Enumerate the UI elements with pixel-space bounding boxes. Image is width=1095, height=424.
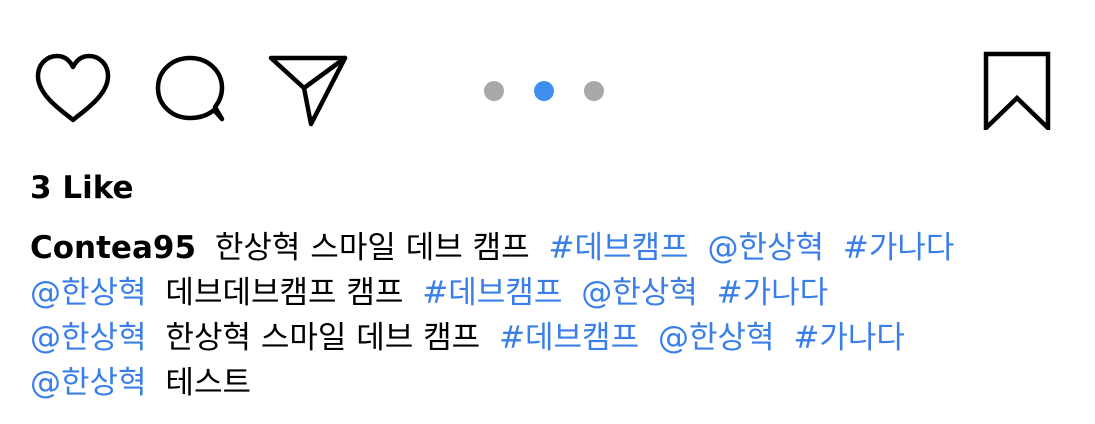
- hashtag-link[interactable]: #데브캠프: [422, 275, 562, 311]
- hashtag-link[interactable]: #가나다: [793, 320, 905, 356]
- caption-text: 테스트: [165, 365, 251, 401]
- caption-text: 한상혁 스마일 데브 캠프: [214, 230, 530, 266]
- caption-username[interactable]: Contea95: [30, 230, 196, 266]
- caption-line: @한상혁 데브데브캠프 캠프 #데브캠프 @한상혁 #가나다: [30, 271, 1080, 316]
- mention-link[interactable]: @한상혁: [581, 275, 698, 311]
- heart-icon: [35, 53, 111, 123]
- mention-link[interactable]: @한상혁: [30, 320, 147, 356]
- caption-line: Contea95 한상혁 스마일 데브 캠프 #데브캠프 @한상혁 #가나다: [30, 226, 1080, 271]
- like-count[interactable]: 3 Like: [30, 166, 134, 210]
- caption-line: @한상혁 한상혁 스마일 데브 캠프 #데브캠프 @한상혁 #가나다: [30, 316, 1080, 361]
- carousel-dot[interactable]: [584, 81, 604, 101]
- comment-bubble-icon: [155, 55, 225, 122]
- hashtag-link[interactable]: #가나다: [843, 230, 955, 266]
- hashtag-link[interactable]: #데브캠프: [549, 230, 689, 266]
- post-caption: Contea95 한상혁 스마일 데브 캠프 #데브캠프 @한상혁 #가나다 @…: [30, 226, 1080, 406]
- post-action-bar: [0, 0, 1095, 140]
- hashtag-link[interactable]: #데브캠프: [499, 320, 639, 356]
- mention-link[interactable]: @한상혁: [30, 275, 147, 311]
- carousel-indicator: [484, 81, 604, 101]
- caption-line: @한상혁 테스트: [30, 361, 1080, 406]
- bookmark-icon: [983, 51, 1051, 130]
- hashtag-link[interactable]: #가나다: [717, 275, 829, 311]
- comment-button[interactable]: [152, 52, 230, 124]
- bookmark-button[interactable]: [980, 50, 1054, 130]
- mention-link[interactable]: @한상혁: [707, 230, 824, 266]
- carousel-dot-active[interactable]: [534, 81, 554, 101]
- caption-text: 한상혁 스마일 데브 캠프: [165, 320, 481, 356]
- like-button[interactable]: [34, 52, 112, 124]
- paper-plane-icon: [268, 55, 348, 127]
- mention-link[interactable]: @한상혁: [658, 320, 775, 356]
- mention-link[interactable]: @한상혁: [30, 365, 147, 401]
- caption-text: 데브데브캠프 캠프: [165, 275, 404, 311]
- carousel-dot[interactable]: [484, 81, 504, 101]
- share-button[interactable]: [266, 52, 350, 128]
